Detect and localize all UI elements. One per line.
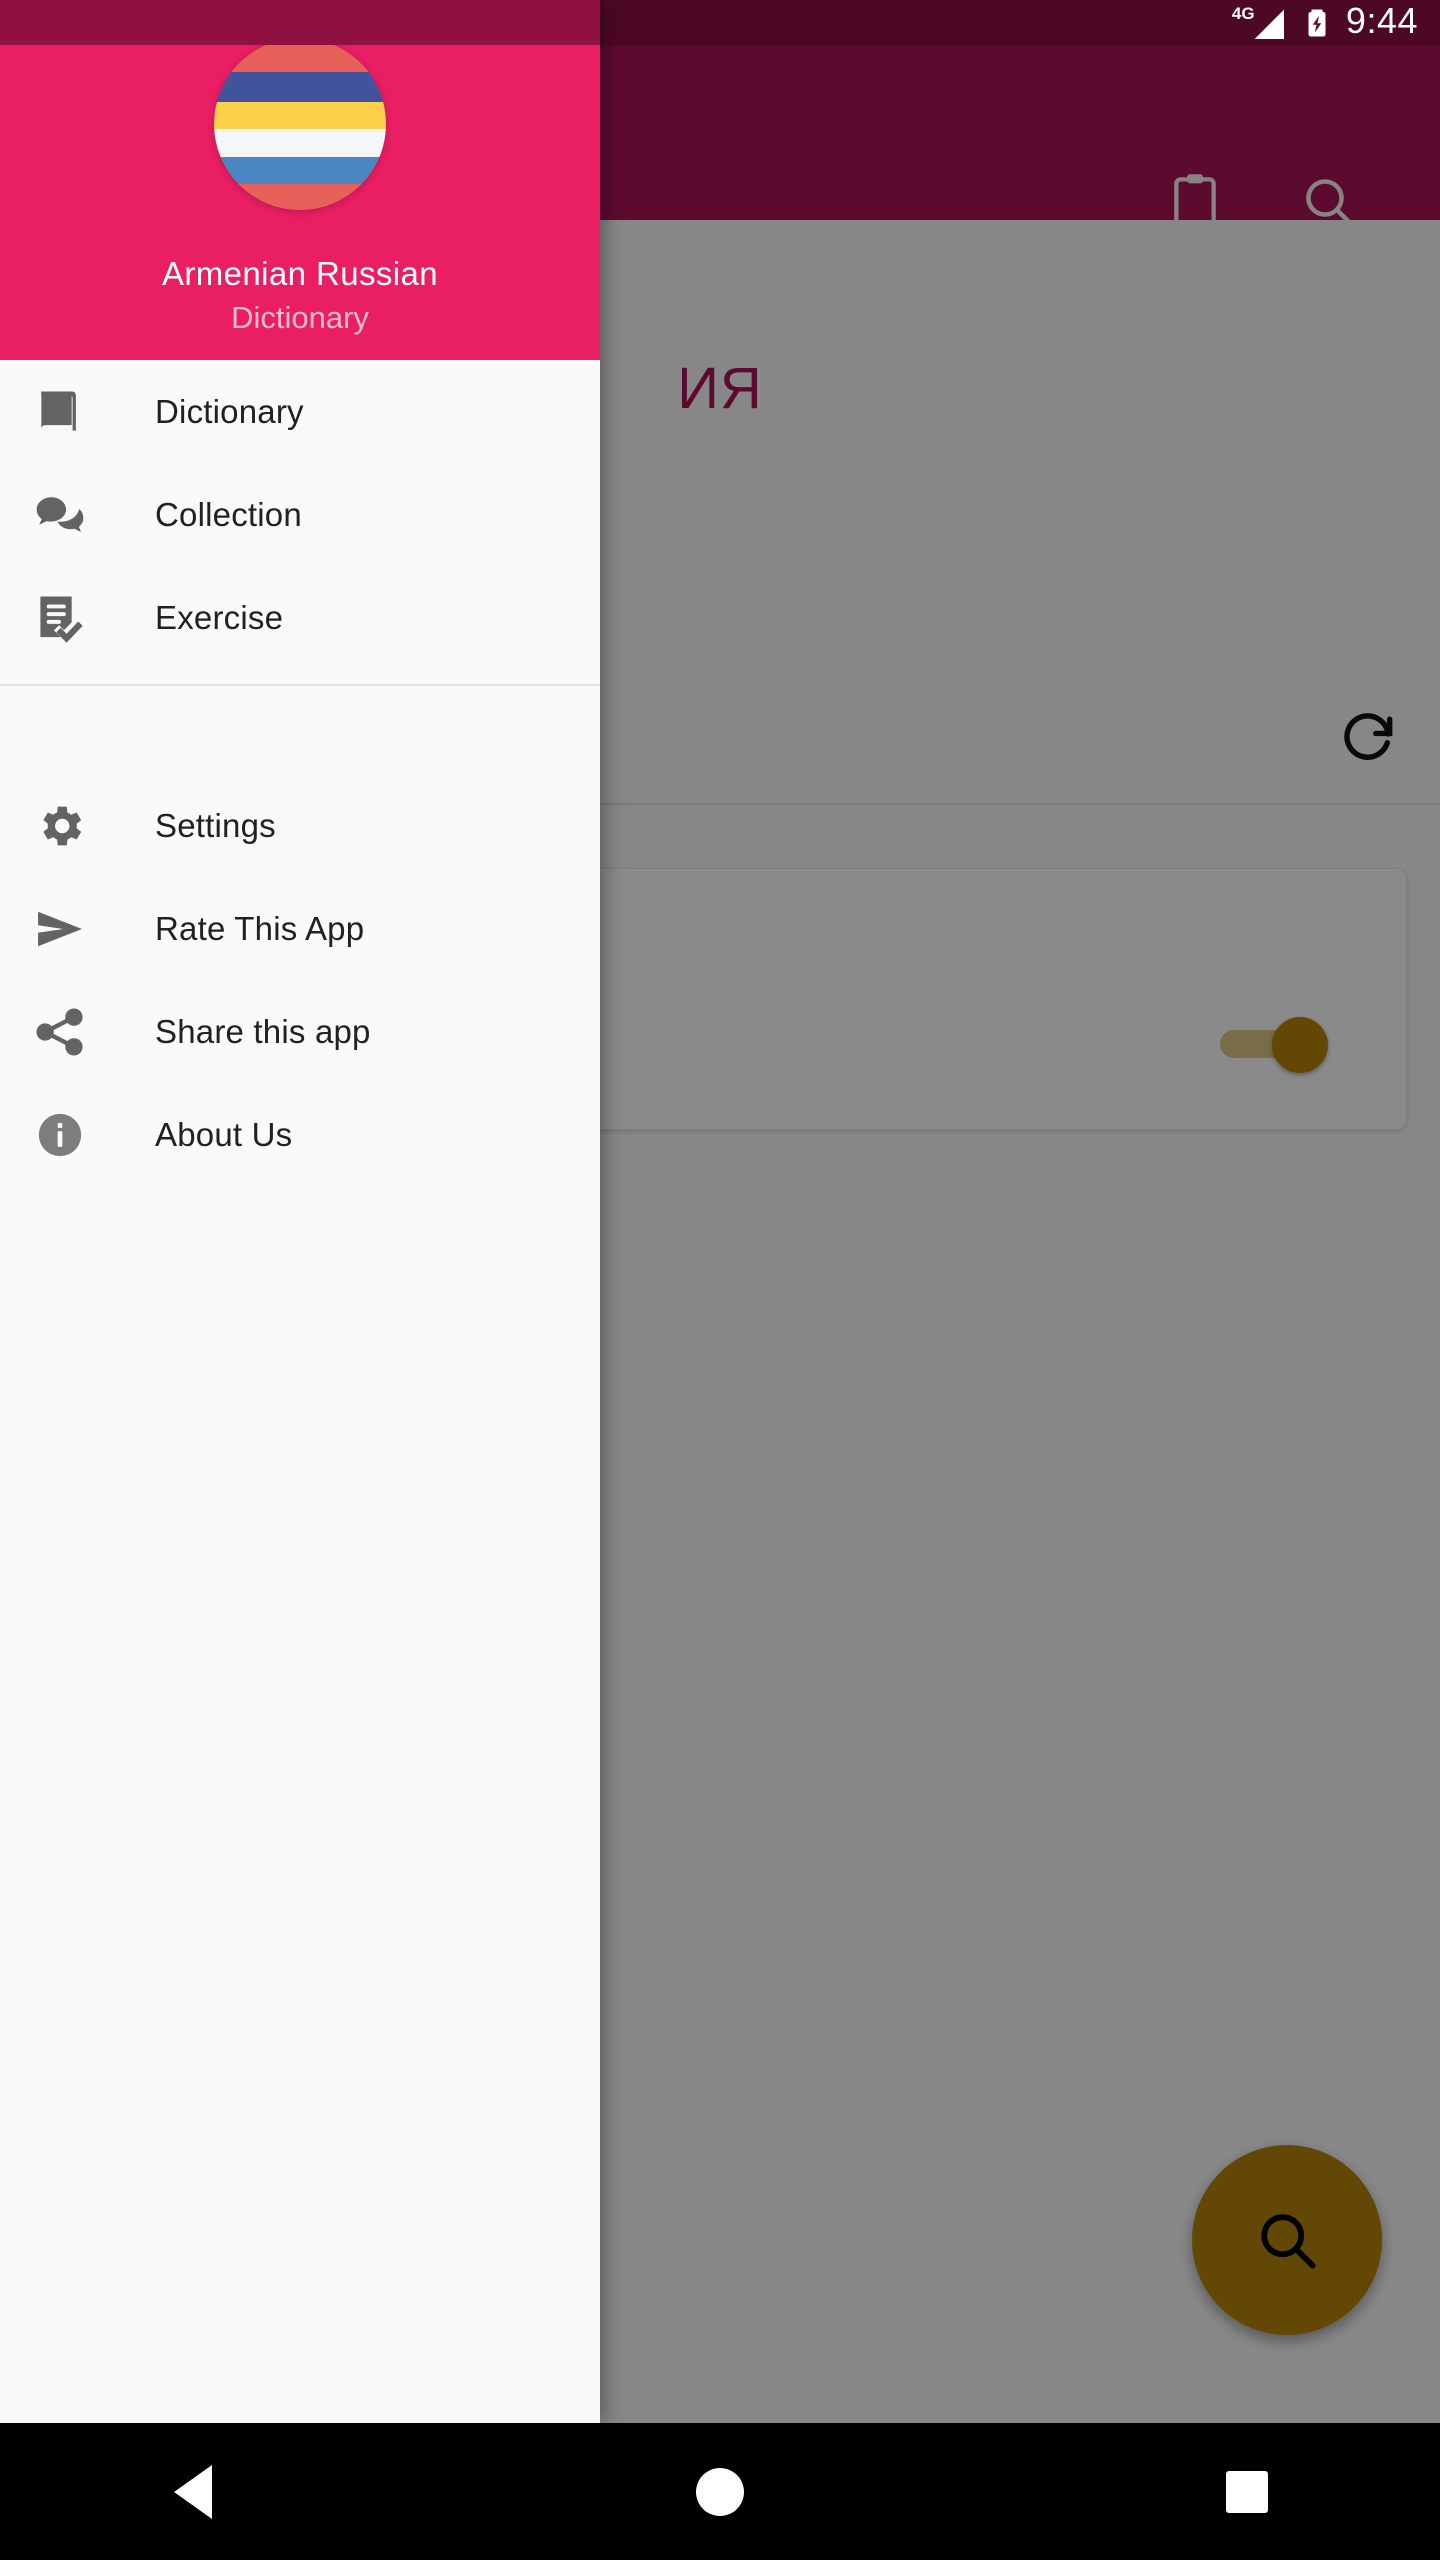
- sidebar-item-label: About Us: [155, 1115, 293, 1153]
- navigation-drawer: Armenian Russian Dictionary Dictionary C…: [0, 0, 600, 2423]
- sidebar-item-exercise[interactable]: Exercise: [0, 566, 600, 669]
- sidebar-item-dictionary[interactable]: Dictionary: [0, 360, 600, 463]
- sidebar-item-rate-this-app[interactable]: Rate This App: [0, 877, 600, 980]
- sidebar-item-label: Share this app: [155, 1012, 371, 1050]
- android-navigation-bar: [0, 2423, 1440, 2560]
- home-circle-icon: [696, 2467, 744, 2516]
- sidebar-item-label: Dictionary: [155, 392, 304, 430]
- toggle-switch[interactable]: [1220, 1015, 1340, 1073]
- drawer-spacer: [0, 686, 600, 774]
- send-icon: [32, 901, 88, 957]
- sidebar-item-label: Rate This App: [155, 909, 365, 947]
- info-icon: [32, 1107, 88, 1163]
- sidebar-item-label: Exercise: [155, 598, 284, 636]
- book-icon: [32, 384, 88, 440]
- armenian-russian-flag-logo: [214, 45, 386, 210]
- status-bar: 4G 9:44: [0, 0, 1440, 45]
- sidebar-item-label: Settings: [155, 806, 276, 844]
- share-icon: [32, 1004, 88, 1060]
- refresh-icon[interactable]: [1338, 705, 1400, 767]
- status-bar-clock: 9:44: [1345, 0, 1418, 41]
- home-button[interactable]: [600, 2423, 840, 2560]
- toggle-thumb: [1272, 1017, 1328, 1073]
- recent-apps-button[interactable]: [1127, 2423, 1367, 2560]
- sidebar-item-about-us[interactable]: About Us: [0, 1083, 600, 1186]
- signal-bars-icon: 4G: [1232, 3, 1288, 43]
- sidebar-item-share-this-app[interactable]: Share this app: [0, 980, 600, 1083]
- back-triangle-icon: [174, 2464, 212, 2519]
- gear-icon: [32, 798, 88, 854]
- chat-bubbles-icon: [32, 487, 88, 543]
- back-button[interactable]: [73, 2423, 313, 2560]
- drawer-menu: Dictionary Collection Exercise Settings …: [0, 360, 600, 1186]
- recents-square-icon: [1226, 2470, 1268, 2513]
- drawer-title: Armenian Russian: [161, 255, 439, 292]
- sidebar-item-collection[interactable]: Collection: [0, 463, 600, 566]
- phone-screen: ИЯ Armenian Russian Dictionary Dictionar…: [0, 0, 1440, 2560]
- search-fab[interactable]: [1192, 2145, 1382, 2335]
- battery-charging-icon: [1308, 9, 1326, 36]
- sidebar-item-settings[interactable]: Settings: [0, 774, 600, 877]
- status-bar-indicators: 4G 9:44: [1232, 0, 1418, 45]
- sidebar-item-label: Collection: [155, 495, 302, 533]
- settings-card: [585, 868, 1407, 1130]
- drawer-header: Armenian Russian Dictionary: [0, 45, 600, 360]
- drawer-subtitle: Dictionary: [231, 300, 369, 335]
- document-check-icon: [32, 590, 88, 646]
